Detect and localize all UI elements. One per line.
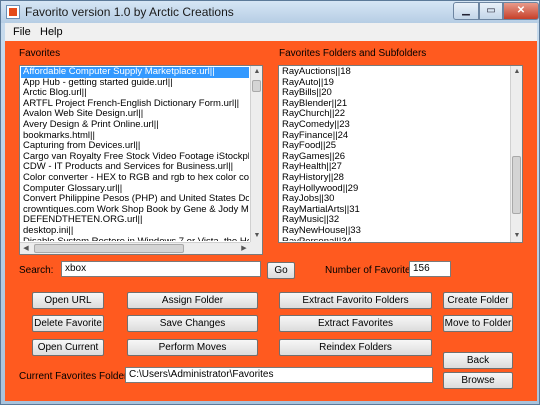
favorites-horizontal-scrollbar[interactable]: ◀ ▶ (20, 242, 250, 254)
go-button[interactable]: Go (267, 262, 295, 279)
favorite-item[interactable]: Disable System Restore in Windows 7 or V… (21, 236, 249, 241)
favorite-item[interactable]: Avery Design & Print Online.url|| (21, 119, 249, 131)
folder-item[interactable]: RayHistory||28 (280, 172, 509, 184)
folder-item[interactable]: RayAuctions||18 (280, 67, 509, 78)
folders-vertical-scrollbar[interactable]: ▲ ▼ (510, 66, 522, 242)
scroll-up-arrow-icon[interactable]: ▲ (251, 66, 262, 78)
open-url-button[interactable]: Open URL (32, 292, 104, 309)
favorites-listbox[interactable]: Affordable Computer Supply Marketplace.u… (19, 65, 263, 255)
scroll-down-arrow-icon[interactable]: ▼ (511, 230, 522, 242)
save-changes-button[interactable]: Save Changes (127, 315, 258, 332)
favorites-vertical-scrollbar[interactable]: ▲ ▼ (250, 66, 262, 242)
open-current-button[interactable]: Open Current (32, 339, 104, 356)
scroll-left-arrow-icon[interactable]: ◀ (20, 243, 32, 254)
minimize-button[interactable]: ▁ (453, 2, 479, 20)
favorites-label: Favorites (19, 48, 61, 59)
extract-favorites-button[interactable]: Extract Favorites (279, 315, 432, 332)
scroll-up-arrow-icon[interactable]: ▲ (511, 66, 522, 78)
search-label: Search: (19, 265, 54, 276)
scroll-down-arrow-icon[interactable]: ▼ (251, 230, 262, 242)
favorite-item[interactable]: desktop.ini|| (21, 225, 249, 237)
app-icon (6, 5, 20, 19)
current-folder-label: Current Favorites Folder: (19, 371, 131, 382)
app-window: Favorito version 1.0 by Arctic Creations… (0, 0, 540, 405)
folder-item[interactable]: RayNewHouse||33 (280, 225, 509, 237)
scroll-corner (250, 242, 262, 254)
title-bar[interactable]: Favorito version 1.0 by Arctic Creations… (1, 1, 539, 23)
main-panel: Favorites Favorites Folders and Subfolde… (5, 41, 537, 401)
menu-file[interactable]: File (13, 26, 31, 38)
menu-help[interactable]: Help (40, 26, 63, 38)
close-button[interactable]: ✕ (503, 2, 539, 20)
current-folder-field[interactable]: C:\Users\Administrator\Favorites (125, 367, 433, 383)
folders-listbox[interactable]: RayAuctions||18 RayAuto||19 RayBills||20 Ra… (278, 65, 523, 243)
perform-moves-button[interactable]: Perform Moves (127, 339, 258, 356)
extract-favorito-folders-button[interactable]: Extract Favorito Folders (279, 292, 432, 309)
scroll-thumb[interactable] (252, 80, 261, 92)
number-of-favorites-field: 156 (409, 261, 451, 277)
favorite-item[interactable]: Color converter - HEX to RGB and rgb to … (21, 172, 249, 184)
scroll-right-arrow-icon[interactable]: ▶ (238, 243, 250, 254)
number-of-favorites-label: Number of Favorites: (325, 265, 419, 276)
folder-item[interactable]: RayComedy||23 (280, 119, 509, 131)
menu-bar: File Help (5, 23, 537, 41)
maximize-button[interactable]: ▭ (479, 2, 503, 20)
scroll-thumb[interactable] (34, 244, 184, 253)
create-folder-button[interactable]: Create Folder (443, 292, 513, 309)
search-input[interactable]: xbox (61, 261, 261, 277)
move-to-folder-button[interactable]: Move to Folder (443, 315, 513, 332)
scroll-thumb[interactable] (512, 156, 521, 214)
reindex-folders-button[interactable]: Reindex Folders (279, 339, 432, 356)
favorite-item[interactable]: Affordable Computer Supply Marketplace.u… (21, 67, 249, 78)
assign-folder-button[interactable]: Assign Folder (127, 292, 258, 309)
delete-favorite-button[interactable]: Delete Favorite (32, 315, 104, 332)
browse-button[interactable]: Browse (443, 372, 513, 389)
window-title: Favorito version 1.0 by Arctic Creations (25, 5, 234, 19)
back-button[interactable]: Back (443, 352, 513, 369)
folder-item[interactable]: RayPersonal||34 (280, 236, 509, 241)
folders-label: Favorites Folders and Subfolders (279, 48, 427, 59)
